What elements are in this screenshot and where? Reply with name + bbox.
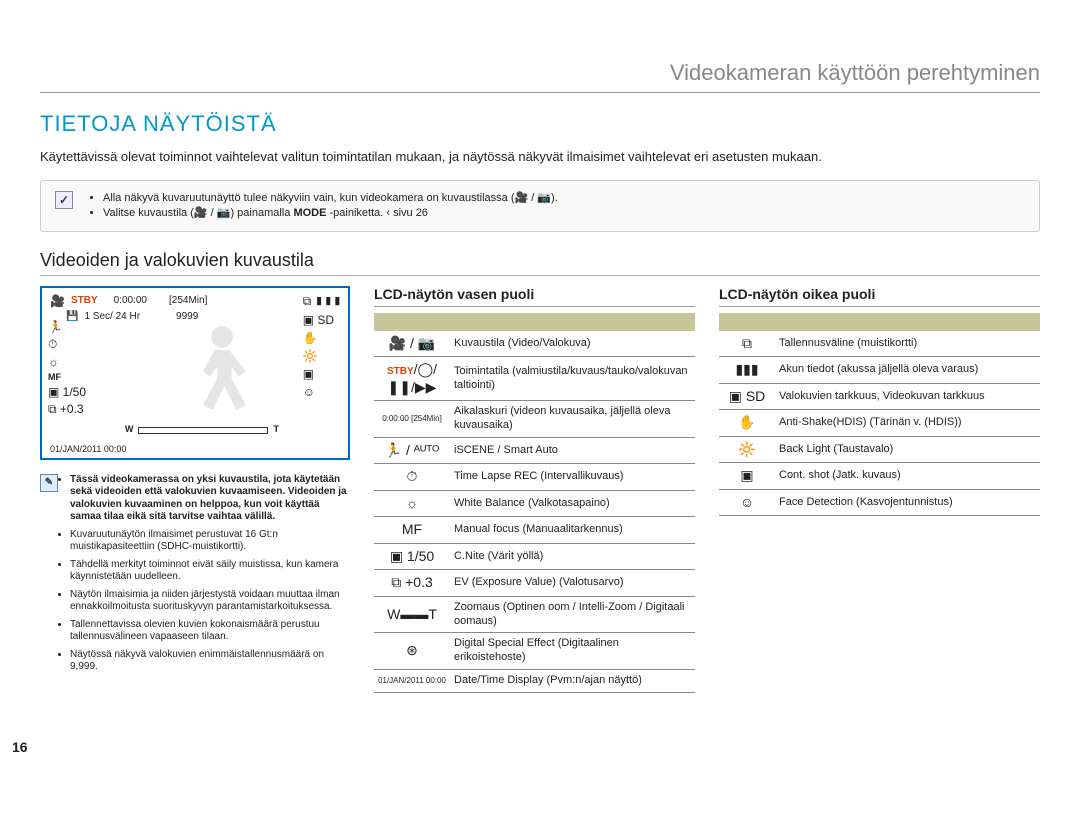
table-row: ▮▮▮Akun tiedot (akussa jäljellä oleva va… xyxy=(719,357,1040,384)
table-row: 🔆Back Light (Taustavalo) xyxy=(719,436,1040,463)
note-item: Näytössä näkyvä valokuvien enimmäistalle… xyxy=(70,649,350,674)
table-icon-cell: MF xyxy=(374,517,450,544)
left-table-heading: LCD-näytön vasen puoli xyxy=(374,286,695,307)
table-row: 🏃 / ᴬᵁᵀᴼiSCENE / Smart Auto xyxy=(374,437,695,464)
table-row: ✋Anti-Shake(HDIS) (Tärinän v. (HDIS)) xyxy=(719,410,1040,437)
table-desc-cell: Zoomaus (Optinen oom / Intelli-Zoom / Di… xyxy=(450,596,695,633)
table-icon-cell: W▬▬T xyxy=(374,596,450,633)
table-desc-cell: Time Lapse REC (Intervallikuvaus) xyxy=(450,464,695,491)
table-desc-cell: Toimintatila (valmiustila/kuvaus/tauko/v… xyxy=(450,357,695,401)
breadcrumb: Videokameran käyttöön perehtyminen xyxy=(40,60,1040,93)
table-icon-cell: ✋ xyxy=(719,410,775,437)
table-icon-cell: ▣ xyxy=(719,463,775,490)
backlight-icon: 🔆 xyxy=(303,349,342,363)
lcd-preview: 🎥 STBY 0:00:00 [254Min] 💾 1 Sec/ 24 Hr 9… xyxy=(40,286,350,460)
table-row: ⧉ +0.3EV (Exposure Value) (Valotusarvo) xyxy=(374,570,695,597)
table-icon-cell: ⧉ xyxy=(719,331,775,357)
lcd-date: 01/JAN/2011 00:00 xyxy=(50,444,126,454)
table-desc-cell: Cont. shot (Jatk. kuvaus) xyxy=(775,463,1040,490)
timecode: 0:00:00 xyxy=(114,295,147,306)
table-icon-cell: ☺ xyxy=(719,489,775,516)
table-desc-cell: C.Nite (Värit yöllä) xyxy=(450,543,695,570)
facedetect-icon: ☺ xyxy=(303,385,342,399)
silhouette-image xyxy=(162,314,282,434)
table-icon-cell: 0:00:00 [254Min] xyxy=(374,401,450,438)
table-row: ☺Face Detection (Kasvojentunnistus) xyxy=(719,489,1040,516)
table-icon-cell: ⏱ xyxy=(374,464,450,491)
resolution-icon: ▣ SD xyxy=(303,313,342,327)
table-icon-cell: ▮▮▮ xyxy=(719,357,775,384)
mf-icon: MF xyxy=(48,372,86,382)
table-desc-cell: iSCENE / Smart Auto xyxy=(450,437,695,464)
table-icon-cell: 🔆 xyxy=(719,436,775,463)
note-icon: ✎ xyxy=(40,474,58,492)
table-desc-cell: White Balance (Valkotasapaino) xyxy=(450,490,695,517)
stby-indicator: STBY xyxy=(71,295,98,306)
table-desc-cell: Manual focus (Manuaalitarkennus) xyxy=(450,517,695,544)
note-item: Tässä videokamerassa on yksi kuvaustila,… xyxy=(70,474,350,524)
table-row: ▣Cont. shot (Jatk. kuvaus) xyxy=(719,463,1040,490)
interval: 1 Sec/ 24 Hr xyxy=(84,311,140,322)
table-desc-cell: EV (Exposure Value) (Valotusarvo) xyxy=(450,570,695,597)
table-desc-cell: Back Light (Taustavalo) xyxy=(775,436,1040,463)
ev-row: ⧉ +0.3 xyxy=(48,402,86,417)
table-icon-cell: 01/JAN/2011 00:00 xyxy=(374,669,450,692)
table-row: W▬▬TZoomaus (Optinen oom / Intelli-Zoom … xyxy=(374,596,695,633)
table-row: STBY/◯/❚❚/▶▶Toimintatila (valmiustila/ku… xyxy=(374,357,695,401)
zoom-bar xyxy=(138,427,268,434)
table-desc-cell: Face Detection (Kasvojentunnistus) xyxy=(775,489,1040,516)
table-row: ▣ 1/50C.Nite (Värit yöllä) xyxy=(374,543,695,570)
table-icon-cell: ▣ 1/50 xyxy=(374,543,450,570)
table-row: ⊛Digital Special Effect (Digitaalinen er… xyxy=(374,633,695,670)
cnite-row: ▣ 1/50 xyxy=(48,385,86,399)
remaining: [254Min] xyxy=(169,295,207,306)
table-row: ☼White Balance (Valkotasapaino) xyxy=(374,490,695,517)
table-row: 01/JAN/2011 00:00Date/Time Display (Pvm:… xyxy=(374,669,695,692)
note-item: Näytön ilmaisimia ja niiden järjestystä … xyxy=(70,589,350,614)
notes-box: ✎ Tässä videokamerassa on yksi kuvaustil… xyxy=(40,474,350,674)
table-desc-cell: Akun tiedot (akussa jäljellä oleva varau… xyxy=(775,357,1040,384)
table-desc-cell: Digital Special Effect (Digitaalinen eri… xyxy=(450,633,695,670)
page-title: TIETOJA NÄYTÖISTÄ xyxy=(40,111,1040,137)
table-desc-cell: Kuvaustila (Video/Valokuva) xyxy=(450,331,695,357)
table-icon-cell: ⊛ xyxy=(374,633,450,670)
table-desc-cell: Valokuvien tarkkuus, Videokuvan tarkkuus xyxy=(775,383,1040,410)
page-number: 16 xyxy=(12,739,28,755)
table-icon-cell: ⧉ +0.3 xyxy=(374,570,450,597)
table-desc-cell: Anti-Shake(HDIS) (Tärinän v. (HDIS)) xyxy=(775,410,1040,437)
right-table-heading: LCD-näytön oikea puoli xyxy=(719,286,1040,307)
table-icon-cell: ☼ xyxy=(374,490,450,517)
table-desc-cell: Aikalaskuri (videon kuvausaika, jäljellä… xyxy=(450,401,695,438)
table-icon-cell: 🎥 / 📷 xyxy=(374,331,450,357)
table-icon-cell: ▣ SD xyxy=(719,383,775,410)
table-desc-cell: Date/Time Display (Pvm:n/ajan näyttö) xyxy=(450,669,695,692)
left-table: 🎥 / 📷Kuvaustila (Video/Valokuva)STBY/◯/❚… xyxy=(374,313,695,693)
intro-text: Käytettävissä olevat toiminnot vaihtelev… xyxy=(40,149,1040,166)
table-row: MFManual focus (Manuaalitarkennus) xyxy=(374,517,695,544)
right-table: ⧉Tallennusväline (muistikortti)▮▮▮Akun t… xyxy=(719,313,1040,517)
table-icon-cell: 🏃 / ᴬᵁᵀᴼ xyxy=(374,437,450,464)
table-row: ⏱Time Lapse REC (Intervallikuvaus) xyxy=(374,464,695,491)
timelapse-icon: ⏱ xyxy=(48,337,86,352)
subsection-heading: Videoiden ja valokuvien kuvaustila xyxy=(40,250,1040,276)
info-item: Alla näkyvä kuvaruutunäyttö tulee näkyvi… xyxy=(103,191,558,204)
contshot-icon: ▣ xyxy=(303,367,342,381)
table-row: ⧉Tallennusväline (muistikortti) xyxy=(719,331,1040,357)
info-box: ✓ Alla näkyvä kuvaruutunäyttö tulee näky… xyxy=(40,180,1040,232)
table-row: 0:00:00 [254Min]Aikalaskuri (videon kuva… xyxy=(374,401,695,438)
note-item: Kuvaruutunäytön ilmaisimet perustuvat 16… xyxy=(70,529,350,554)
table-row: 🎥 / 📷Kuvaustila (Video/Valokuva) xyxy=(374,331,695,357)
wb-icon: ☼ xyxy=(48,355,86,369)
table-icon-cell: STBY/◯/❚❚/▶▶ xyxy=(374,357,450,401)
scene-icon: 🏃 xyxy=(48,320,86,334)
info-item: Valitse kuvaustila (🎥 / 📷) painamalla MO… xyxy=(103,206,558,219)
media-icon: ⧉ ▮▮▮ xyxy=(303,294,342,309)
video-icon: 🎥 xyxy=(50,294,65,308)
note-item: Tähdellä merkityt toiminnot eivät säily … xyxy=(70,559,350,584)
table-row: ▣ SDValokuvien tarkkuus, Videokuvan tark… xyxy=(719,383,1040,410)
antishake-icon: ✋ xyxy=(303,331,342,345)
info-icon: ✓ xyxy=(55,191,73,209)
note-item: Tallennettavissa olevien kuvien kokonais… xyxy=(70,619,350,644)
table-desc-cell: Tallennusväline (muistikortti) xyxy=(775,331,1040,357)
